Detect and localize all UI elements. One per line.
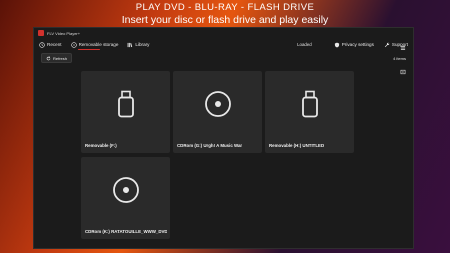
drive-label: CDRom (G:) Urgh! A Music War <box>177 143 243 148</box>
drive-label: Removable (H:) UNTITLED <box>269 143 325 148</box>
drive-card-cdrom-k[interactable]: CDRom (K:) RATATOUILLE_WWW_DVDFAB <box>81 157 170 239</box>
refresh-icon <box>46 56 51 61</box>
app-logo-icon <box>38 30 44 36</box>
refresh-label: Refresh <box>53 55 68 61</box>
app-window: FLV Video Player+ Recent Removable stora… <box>33 27 414 249</box>
nav-removable-storage[interactable]: Removable storage <box>70 38 119 51</box>
top-navigation: Recent Removable storage Library Loaded … <box>34 38 413 51</box>
playlist-icon[interactable] <box>400 62 406 80</box>
promo-banner: PLAY DVD - BLU-RAY - FLASH DRIVE Insert … <box>0 2 450 27</box>
nav-library[interactable]: Library <box>127 38 149 51</box>
clock-icon <box>39 41 45 48</box>
storage-icon <box>70 41 77 48</box>
privacy-settings-button[interactable]: Privacy settings <box>334 38 374 51</box>
refresh-button[interactable]: Refresh <box>41 53 73 63</box>
window-title: FLV Video Player+ <box>47 30 81 36</box>
promo-subline: Insert your disc or flash drive and play… <box>121 14 329 26</box>
toolbar: Refresh 4 items <box>34 51 413 65</box>
shield-icon <box>334 42 340 48</box>
drive-card-removable-f[interactable]: Removable (F:) <box>81 71 170 153</box>
nav-recent[interactable]: Recent <box>39 38 62 51</box>
usb-drive-icon <box>81 90 170 118</box>
nav-recent-label: Recent <box>47 42 62 47</box>
privacy-settings-label: Privacy settings <box>341 42 374 47</box>
side-rail <box>400 38 406 80</box>
nav-library-label: Library <box>135 42 150 47</box>
drive-label: CDRom (K:) RATATOUILLE_WWW_DVDFAB <box>85 229 167 234</box>
wrench-icon <box>384 42 390 48</box>
library-icon <box>127 42 133 48</box>
menu-icon[interactable] <box>400 38 406 56</box>
title-bar: FLV Video Player+ <box>34 28 413 38</box>
drive-label: Removable (F:) <box>85 143 117 148</box>
usb-drive-icon <box>265 90 354 118</box>
drive-card-removable-h[interactable]: Removable (H:) UNTITLED <box>265 71 354 153</box>
drive-card-cdrom-g[interactable]: CDRom (G:) Urgh! A Music War <box>173 71 262 153</box>
nav-removable-label: Removable storage <box>78 42 119 47</box>
status-text: Loaded <box>297 42 312 47</box>
disc-icon <box>81 176 170 204</box>
disc-icon <box>173 90 262 118</box>
promo-headline: PLAY DVD - BLU-RAY - FLASH DRIVE <box>135 2 315 13</box>
